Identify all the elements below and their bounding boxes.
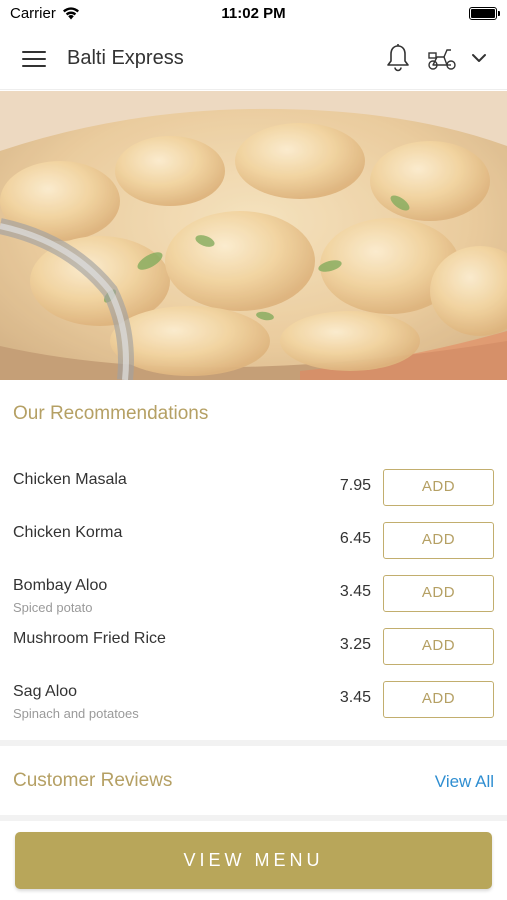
add-button[interactable]: ADD xyxy=(383,628,494,665)
add-button[interactable]: ADD xyxy=(383,469,494,506)
item-name: Sag Aloo xyxy=(13,683,78,700)
page-title: Balti Express xyxy=(67,47,184,69)
add-button[interactable]: ADD xyxy=(383,575,494,612)
item-description: Spinach and potatoes xyxy=(13,706,139,721)
status-bar: Carrier 11:02 PM xyxy=(0,0,507,28)
item-price: 3.45 xyxy=(339,583,371,600)
view-all-reviews-link[interactable]: View All xyxy=(435,772,494,792)
menu-item-row: Chicken Korma 6.45 ADD xyxy=(0,522,507,577)
battery-icon xyxy=(469,7,500,20)
hero-food-image xyxy=(0,91,507,380)
scooter-icon[interactable] xyxy=(426,46,458,72)
item-name: Mushroom Fried Rice xyxy=(13,630,166,647)
item-price: 6.45 xyxy=(339,530,371,547)
bell-icon[interactable] xyxy=(384,43,412,73)
item-price: 3.25 xyxy=(339,636,371,653)
item-name: Chicken Korma xyxy=(13,524,123,541)
reviews-title: Customer Reviews xyxy=(13,770,173,791)
item-description: Spiced potato xyxy=(13,600,93,615)
status-time: 11:02 PM xyxy=(221,5,286,22)
section-divider xyxy=(0,740,507,746)
menu-item-row: Mushroom Fried Rice 3.25 ADD xyxy=(0,628,507,683)
recommendations-title: Our Recommendations xyxy=(13,403,209,424)
menu-item-row: Sag Aloo Spinach and potatoes 3.45 ADD xyxy=(0,681,507,736)
chevron-down-icon[interactable] xyxy=(470,51,488,65)
item-price: 7.95 xyxy=(339,477,371,494)
section-divider xyxy=(0,815,507,821)
add-button[interactable]: ADD xyxy=(383,522,494,559)
add-button[interactable]: ADD xyxy=(383,681,494,718)
item-name: Bombay Aloo xyxy=(13,577,108,594)
view-menu-button[interactable]: VIEW MENU xyxy=(15,832,492,889)
item-name: Chicken Masala xyxy=(13,471,127,488)
nav-bar: Balti Express xyxy=(0,28,507,90)
menu-item-row: Bombay Aloo Spiced potato 3.45 ADD xyxy=(0,575,507,630)
menu-icon[interactable] xyxy=(22,51,46,69)
menu-item-row: Chicken Masala 7.95 ADD xyxy=(0,469,507,524)
item-price: 3.45 xyxy=(339,689,371,706)
